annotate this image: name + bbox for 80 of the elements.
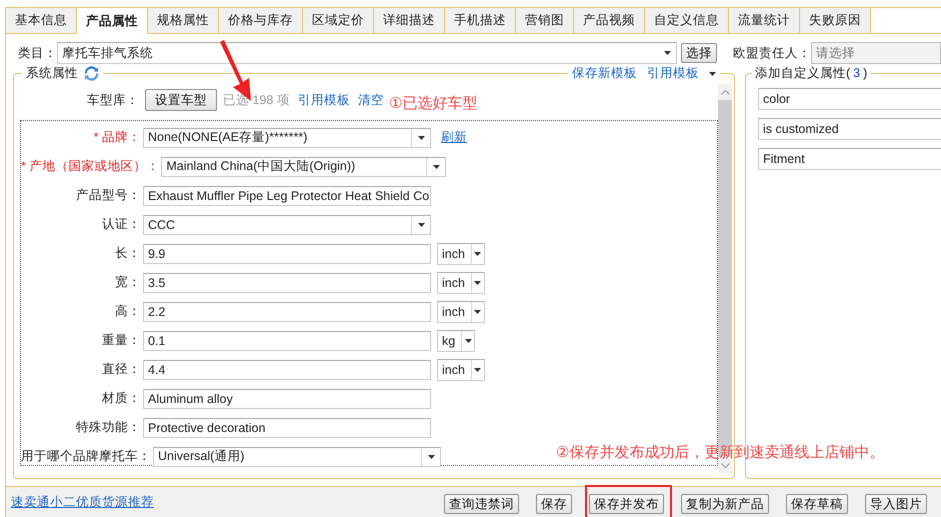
field-label: 重量：: [101, 332, 141, 349]
action-button[interactable]: 复制为新产品: [681, 494, 769, 514]
field-label: 长：: [114, 245, 141, 262]
field-label: 认证：: [101, 216, 141, 233]
caret-icon: [428, 454, 434, 458]
custom-attribute-field[interactable]: Fitment: [758, 148, 941, 170]
field-label: 材质：: [101, 390, 141, 407]
tab[interactable]: 自定义信息: [645, 8, 729, 33]
scroll-down-icon[interactable]: [720, 462, 730, 468]
tab[interactable]: 价格与库存: [219, 8, 303, 33]
section-title: 系统属性: [26, 65, 78, 82]
template-link[interactable]: 引用模板: [647, 65, 699, 82]
attribute-select[interactable]: CCC: [143, 214, 431, 234]
caret-icon: [474, 252, 482, 256]
sourcing-link[interactable]: 速卖通小二优质货源推荐: [11, 494, 154, 510]
action-link[interactable]: 清空: [358, 92, 384, 108]
section-title: 添加自定义属性( 3 ): [752, 65, 870, 82]
tab[interactable]: 营销图: [516, 8, 574, 33]
unit-select[interactable]: inch: [437, 272, 485, 294]
custom-attribute-field[interactable]: color: [758, 88, 941, 110]
annotation-note: ①已选好车型: [389, 94, 478, 113]
unit-select[interactable]: inch: [437, 358, 485, 380]
select-button[interactable]: 选择: [681, 43, 717, 63]
unit-select[interactable]: inch: [437, 300, 485, 322]
scroll-up-icon[interactable]: [720, 90, 730, 94]
field-label: * 产地（国家或地区）：: [21, 158, 160, 175]
tab[interactable]: 区域定价: [303, 8, 374, 33]
attribute-select[interactable]: None(NONE(AE存量)*******): [143, 128, 431, 148]
unit-select[interactable]: kg: [437, 330, 476, 352]
action-link[interactable]: 引用模板: [298, 92, 350, 108]
tab[interactable]: 详细描述: [374, 8, 445, 33]
custom-attribute-field[interactable]: is customized: [758, 118, 941, 140]
caret-icon: [474, 280, 482, 284]
eu-person-label: 欧盟责任人：: [733, 44, 811, 62]
tab[interactable]: 产品属性: [77, 8, 148, 34]
action-button[interactable]: 保存: [536, 494, 572, 514]
field-label: 高：: [114, 303, 141, 320]
refresh-icon[interactable]: [84, 66, 99, 81]
tab[interactable]: 产品视频: [574, 8, 645, 33]
action-button[interactable]: 查询违禁词: [444, 494, 519, 514]
attribute-field[interactable]: Exhaust Muffler Pipe Leg Protector Heat Shield Co: [143, 186, 431, 206]
unit-select[interactable]: inch: [437, 242, 485, 264]
attribute-field[interactable]: 2.2: [143, 302, 431, 322]
tab[interactable]: 失败原因: [800, 8, 871, 33]
attribute-select[interactable]: Mainland China(中国大陆(Origin)): [161, 156, 446, 176]
attribute-field[interactable]: Protective decoration: [143, 418, 431, 438]
template-link[interactable]: 保存新模板: [572, 65, 637, 82]
category-label: 类目：: [18, 44, 57, 62]
caret-icon: [474, 310, 482, 314]
attribute-field[interactable]: Aluminum alloy: [143, 388, 431, 408]
category-select[interactable]: 摩托车排气系统: [57, 42, 677, 64]
caret-icon: [664, 51, 670, 55]
caret-icon: [418, 222, 424, 226]
attribute-field[interactable]: 4.4: [143, 360, 431, 380]
tab[interactable]: 流量统计: [729, 8, 800, 33]
action-button[interactable]: 保存草稿: [786, 494, 848, 514]
caret-icon: [418, 136, 424, 140]
caret-icon: [464, 338, 472, 342]
attribute-select[interactable]: Universal(通用): [153, 446, 441, 466]
field-label: * 品牌：: [92, 129, 141, 146]
attribute-field[interactable]: 9.9: [143, 244, 431, 264]
field-label: 特殊功能：: [75, 419, 141, 436]
attribute-field[interactable]: 0.1: [143, 330, 431, 350]
field-label: 产品型号：: [75, 187, 141, 204]
field-label: 车型库：: [86, 92, 139, 108]
field-label: 用于哪个品牌摩托车：: [21, 448, 151, 465]
dropdown-caret-icon: [709, 72, 716, 76]
action-button[interactable]: 保存并发布: [589, 494, 664, 514]
eu-person-field[interactable]: 请选择: [811, 42, 941, 64]
attribute-field[interactable]: 3.5: [143, 272, 431, 292]
tab[interactable]: 基本信息: [6, 8, 77, 33]
tab[interactable]: 手机描述: [445, 8, 516, 33]
caret-icon: [474, 368, 482, 372]
field-label: 宽：: [114, 274, 141, 291]
caret-icon: [432, 164, 440, 168]
set-vehicle-button[interactable]: 设置车型: [145, 89, 217, 111]
field-label: 直径：: [101, 361, 141, 378]
tab[interactable]: 规格属性: [148, 8, 219, 33]
refresh-link[interactable]: 刷新: [441, 129, 467, 146]
action-button[interactable]: 导入图片: [865, 494, 927, 514]
